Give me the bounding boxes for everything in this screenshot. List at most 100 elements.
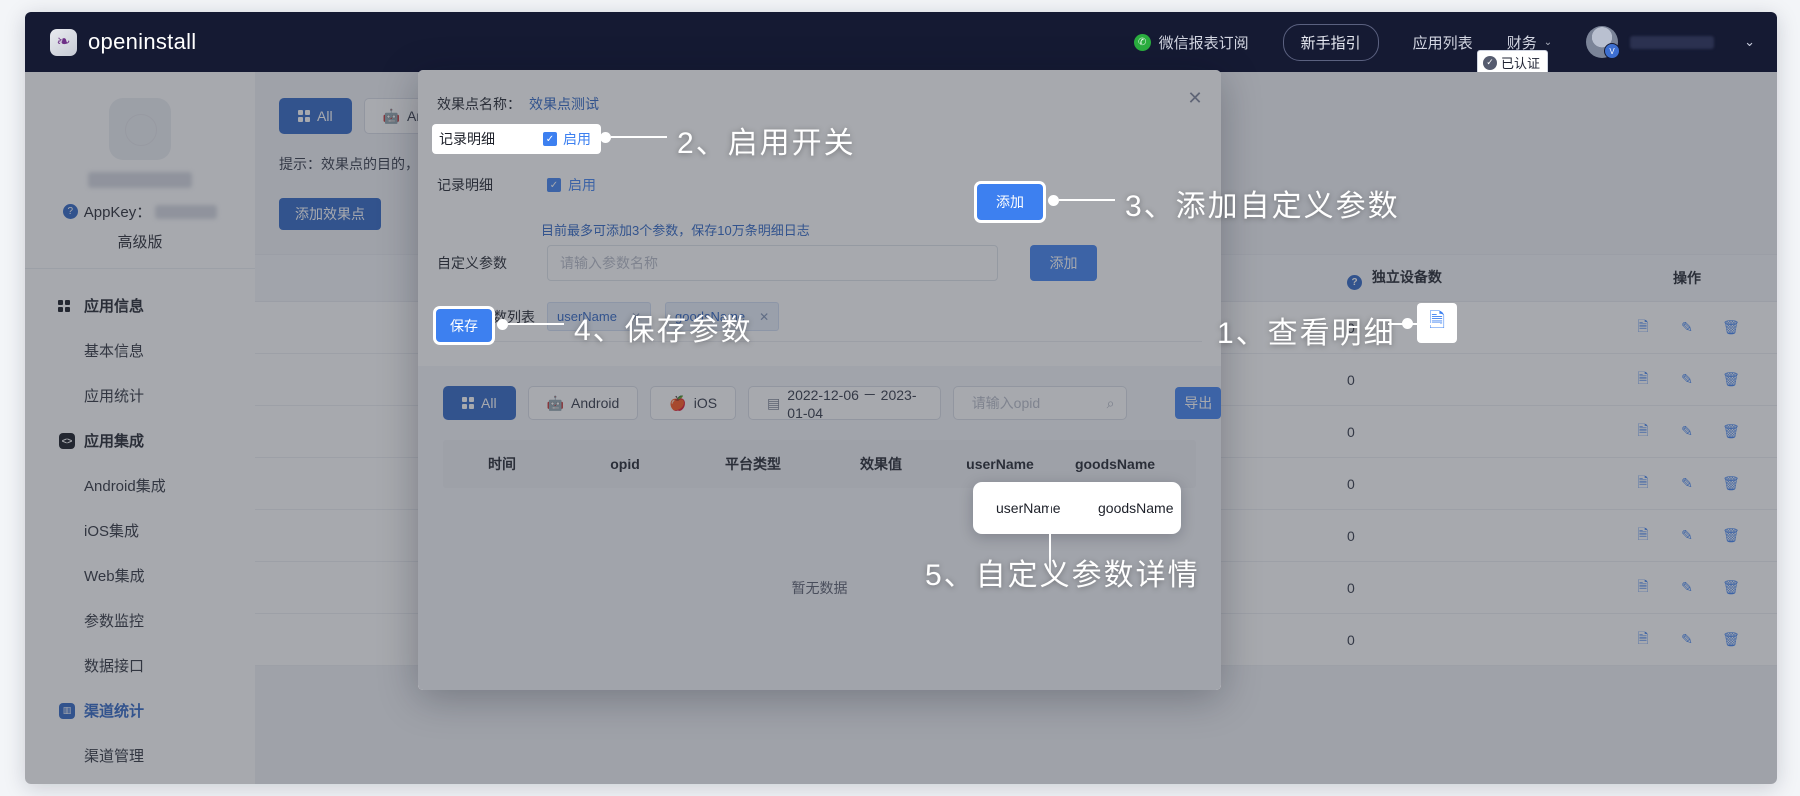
sidebar-item-app-info[interactable]: 应用信息 [25,283,255,328]
app-summary-card: ? AppKey： 高级版 [25,72,255,269]
detail-icon[interactable]: 🗎 [1632,577,1654,599]
annotation-2: 2、启用开关 [677,118,856,162]
delete-icon[interactable]: 🗑 [1720,317,1742,339]
sidebar-item-data-api[interactable]: 数据接口 [25,643,255,688]
detail-icon[interactable]: 🗎 [1632,473,1654,495]
android-icon: 🤖 [382,107,400,124]
verified-badge-icon: V [1604,43,1621,59]
app-window: ❧ openinstall ✆ 微信报表订阅 新手指引 应用列表 财务 ⌄ V … [25,12,1777,784]
detail-icon[interactable]: 🗎 [1632,421,1654,443]
sidebar-item-ios-integration[interactable]: iOS集成 [25,508,255,553]
modal-divider [437,341,1202,342]
sidebar-item-app-stats[interactable]: 应用统计 [25,373,255,418]
edit-icon[interactable]: ✎ [1676,629,1698,651]
verified-label: 已认证 [1501,56,1541,71]
wechat-subscribe-label: 微信报表订阅 [1158,34,1249,52]
opid-search-input[interactable]: 请输入opid ⌕ [952,386,1128,420]
user-menu-chevron-icon[interactable]: ⌄ [1744,34,1755,50]
detail-icon[interactable]: 🗎 [1632,317,1654,339]
detail-icon[interactable]: 🗎 [1632,525,1654,547]
code-icon: <> [59,432,75,449]
annotation-dot-2 [600,132,611,143]
delete-icon[interactable]: 🗑 [1720,369,1742,391]
custom-param-input[interactable]: 请输入参数名称 [547,245,998,281]
cell-devices: 0 [1347,371,1355,388]
annotation-line-2 [611,136,667,138]
edit-icon[interactable]: ✎ [1676,473,1698,495]
custom-param-list-row: 自定义参数列表 userName ✕ goodsName ✕ [437,302,1202,331]
sidebar-item-channel-management[interactable]: 渠道管理 [25,733,255,778]
detail-filter-ios-button[interactable]: 🍎 iOS [650,386,737,420]
edit-icon[interactable]: ✎ [1676,369,1698,391]
sidebar-item-channel-stats[interactable]: ▥ 渠道统计 [25,688,255,733]
add-effect-point-button[interactable]: 添加效果点 [279,198,381,230]
sidebar-item-label: 应用集成 [84,433,145,450]
detail-filter-all-button[interactable]: All [443,386,516,420]
detail-icon[interactable]: 🗎 [1632,629,1654,651]
record-detail-label: 记录明细 [439,131,495,147]
sidebar-item-param-monitor[interactable]: 参数监控 [25,598,255,643]
sidebar-item-android-integration[interactable]: Android集成 [25,463,255,508]
sidebar-item-app-integration[interactable]: <> 应用集成 [25,418,255,463]
annotation-dot-3 [1048,195,1059,206]
brand-name: openinstall [88,29,197,54]
android-icon: 🤖 [546,394,564,411]
annotation-text: 2、启用开关 [677,127,856,160]
help-icon[interactable]: ? [62,204,78,219]
beginner-guide-button[interactable]: 新手指引 [1282,23,1379,61]
close-icon[interactable]: ✕ [759,310,769,324]
column-header-goodsname: goodsName [1074,456,1156,472]
sidebar-item-basic-info[interactable]: 基本信息 [25,328,255,373]
checkbox-checked-icon[interactable]: ✓ [543,132,557,146]
chart-icon: ▥ [59,702,75,719]
sidebar-item-web-integration[interactable]: Web集成 [25,553,255,598]
edit-icon[interactable]: ✎ [1676,317,1698,339]
add-param-button[interactable]: 添加 [1030,245,1097,281]
column-header-platform: 平台类型 [725,456,781,472]
delete-icon[interactable]: 🗑 [1720,629,1742,651]
delete-icon[interactable]: 🗑 [1720,473,1742,495]
date-range-picker[interactable]: ▤ 2022-12-06 － 2023-01-04 [748,386,941,421]
cell-devices: 0 [1347,423,1355,440]
custom-param-label: 自定义参数 [437,255,507,271]
close-icon[interactable]: ✕ [1185,88,1205,108]
appkey-row: ? AppKey： [25,201,255,222]
detail-filter-android-button[interactable]: 🤖 Android [527,386,639,420]
column-header-username: userName [966,456,1034,472]
detail-table-header: 时间 opid 平台类型 效果值 userName goodsName [443,440,1196,488]
edit-icon[interactable]: ✎ [1676,577,1698,599]
record-detail-toggle[interactable]: ✓ 启用 [547,175,596,195]
export-button[interactable]: 导出 [1175,387,1221,419]
modal-title: 效果点名称： 效果点测试 [437,94,599,114]
spotlight-add-param-button[interactable]: 添加 [977,184,1043,220]
app-logo-placeholder [109,98,171,160]
checkbox-checked-icon: ✓ [547,178,561,192]
param-hint: 目前最多可添加3个参数，保存10万条明细日志 [541,223,810,238]
sidebar-item-label: 应用信息 [84,298,145,315]
spotlight-save-button[interactable]: 保存 [436,309,492,342]
avatar[interactable]: V [1586,26,1621,59]
delete-icon[interactable]: 🗑 [1720,525,1742,547]
brand-logo[interactable]: ❧ openinstall [50,28,197,56]
record-detail-label: 记录明细 [437,177,493,193]
annotation-5: 5、自定义参数详情 [925,550,1200,594]
filter-label: Android [571,395,620,411]
edit-icon[interactable]: ✎ [1676,525,1698,547]
cell-devices: 0 [1347,631,1355,648]
column-header-devices: ? 独立设备数 [1347,267,1597,290]
filter-all-button[interactable]: All [279,98,352,134]
wechat-subscribe-link[interactable]: ✆ 微信报表订阅 [1133,32,1249,53]
edit-icon[interactable]: ✎ [1676,421,1698,443]
grid-icon [298,110,310,122]
tooltip-col-goodsname: goodsName [1098,500,1174,516]
delete-icon[interactable]: 🗑 [1720,577,1742,599]
search-icon[interactable]: ⌕ [1107,395,1115,412]
date-range-value: 2022-12-06 － 2023-01-04 [787,387,917,421]
username-redacted [1630,35,1715,49]
detail-icon[interactable]: 🗎 [1632,369,1654,391]
annotation-line-4 [508,323,564,325]
delete-icon[interactable]: 🗑 [1720,421,1742,443]
help-icon[interactable]: ? [1347,274,1362,290]
row-actions: 🗎 ✎ 🗑 [1597,369,1777,391]
app-list-link[interactable]: 应用列表 [1413,32,1473,53]
